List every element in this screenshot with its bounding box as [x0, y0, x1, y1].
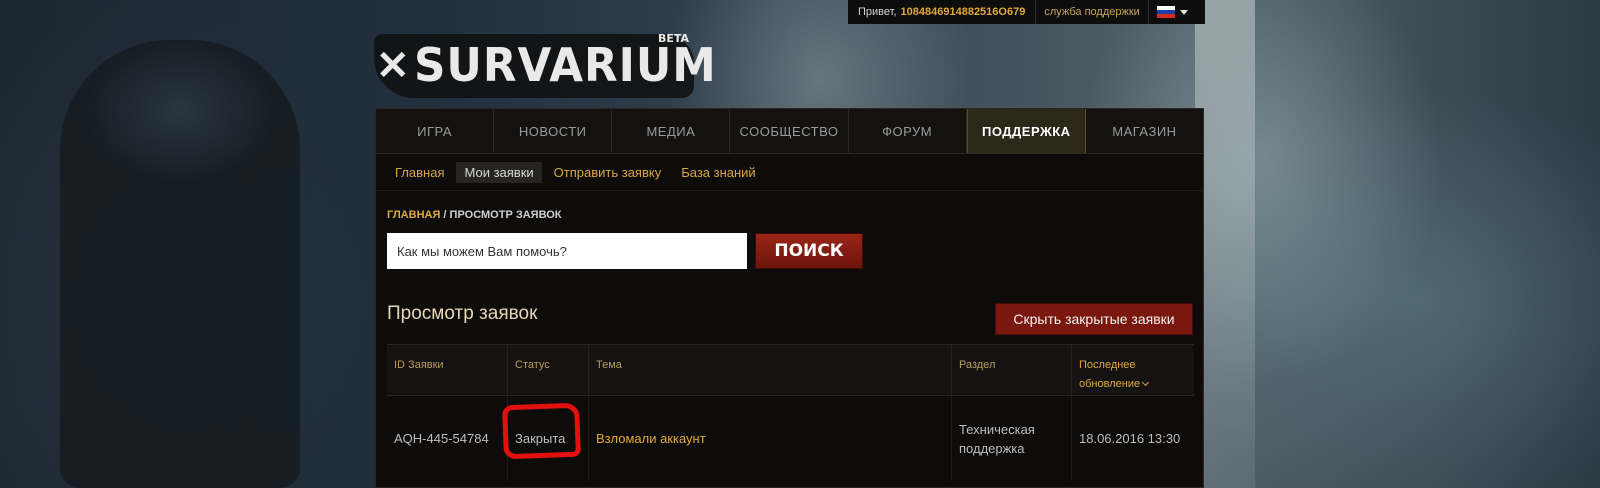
table-row[interactable]: AQH-445-54784 Закрыта Взломали аккаунт Т… — [387, 396, 1194, 481]
breadcrumb-home-link[interactable]: Главная — [387, 209, 440, 221]
main-nav: Игра Новости Медиа Сообщество Форум Подд… — [376, 109, 1203, 154]
greeting-text: Привет, — [858, 6, 897, 18]
russian-flag-icon — [1156, 6, 1175, 18]
user-bar: Привет, 1084846914882516O679 служба подд… — [848, 0, 1205, 24]
ticket-id: AQH-445-54784 — [387, 396, 508, 481]
tickets-table: ID Заявки Статус Тема Раздел Последнее о… — [387, 344, 1194, 481]
column-header-id[interactable]: ID Заявки — [387, 345, 508, 395]
red-annotation-circle — [502, 402, 581, 460]
search-input[interactable] — [387, 233, 747, 269]
chevron-down-icon — [1179, 9, 1188, 15]
user-id-link[interactable]: 1084846914882516O679 — [901, 6, 1026, 18]
ticket-section: Техническая поддержка — [952, 396, 1072, 481]
nav-item-news[interactable]: Новости — [494, 109, 613, 153]
language-selector[interactable] — [1149, 0, 1196, 24]
nav-item-media[interactable]: Медиа — [612, 109, 731, 153]
nav-item-support[interactable]: Поддержка — [966, 109, 1086, 153]
ticket-status-cell: Закрыта — [502, 396, 589, 481]
column-header-updated-label: Последнее обновление — [1079, 359, 1141, 390]
nav-item-game[interactable]: Игра — [376, 109, 495, 153]
breadcrumb-current: Просмотр заявок — [449, 209, 562, 221]
subnav-item-submit-ticket[interactable]: Отправить заявку — [546, 162, 670, 183]
column-header-status[interactable]: Статус — [508, 345, 589, 395]
column-header-topic[interactable]: Тема — [589, 345, 952, 395]
nav-item-shop[interactable]: Магазин — [1086, 109, 1203, 153]
nav-item-forum[interactable]: Форум — [849, 109, 967, 153]
beta-badge: BETA — [658, 32, 690, 45]
subnav-item-home[interactable]: Главная — [387, 162, 452, 183]
ticket-topic-link[interactable]: Взломали аккаунт — [589, 396, 952, 481]
background-character — [60, 40, 300, 488]
breadcrumb: Главная / Просмотр заявок — [387, 209, 562, 221]
column-header-updated[interactable]: Последнее обновление — [1072, 345, 1194, 395]
subnav-item-knowledge-base[interactable]: База знаний — [673, 162, 764, 183]
hide-closed-tickets-button[interactable]: Скрыть закрытые заявки — [995, 303, 1193, 335]
main-panel: Игра Новости Медиа Сообщество Форум Подд… — [375, 108, 1204, 488]
sub-nav: Главная Мои заявки Отправить заявку База… — [376, 154, 1203, 191]
background-light-beam — [1195, 0, 1255, 488]
user-greeting: Привет, 1084846914882516O679 — [848, 0, 1037, 24]
column-header-section[interactable]: Раздел — [952, 345, 1072, 395]
sort-chevron-down-icon — [1142, 378, 1150, 387]
search-button[interactable]: Поиск — [755, 233, 863, 269]
subnav-item-my-tickets[interactable]: Мои заявки — [456, 161, 542, 183]
nav-item-community[interactable]: Сообщество — [730, 109, 849, 153]
table-header: ID Заявки Статус Тема Раздел Последнее о… — [387, 344, 1194, 396]
breadcrumb-separator: / — [440, 209, 450, 221]
logo-text: SURVARIUM — [414, 38, 717, 92]
support-link[interactable]: служба поддержки — [1036, 0, 1149, 24]
logo-emblem-icon: ✕ — [376, 44, 410, 88]
survarium-logo[interactable]: ✕ SURVARIUM BETA — [374, 28, 716, 100]
page-title: Просмотр заявок — [387, 303, 538, 324]
ticket-updated: 18.06.2016 13:30 — [1079, 431, 1181, 446]
